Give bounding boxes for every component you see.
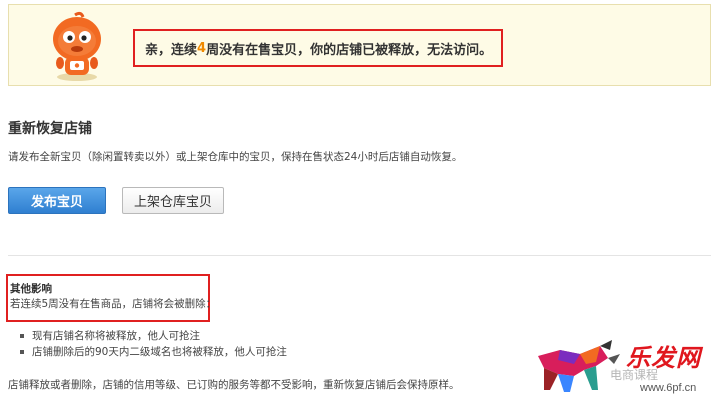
watermark-faint-text: 电商课程 <box>610 368 659 382</box>
impact-title: 其他影响 <box>10 283 52 295</box>
impact-bullet-list: 现有店铺名称将被释放，他人可抢注 店铺删除后的90天内二级域名也将被释放，他人可… <box>20 328 287 360</box>
restore-section-title: 重新恢复店铺 <box>8 121 92 137</box>
watermark-url: www.6pf.cn <box>640 382 697 394</box>
site-watermark: 乐发网 电商课程 www.6pf.cn <box>530 336 716 400</box>
footer-note: 店铺释放或者删除，店铺的信用等级、已订购的服务等都不受影响，重新恢复店铺后会保持… <box>8 379 460 391</box>
notice-text-before: 亲，连续 <box>145 42 198 58</box>
list-item: 店铺删除后的90天内二级域名也将被释放，他人可抢注 <box>20 344 287 360</box>
publish-item-button[interactable]: 发布宝贝 <box>8 187 106 214</box>
bullet-icon <box>20 350 24 354</box>
bullet-icon <box>20 334 24 338</box>
release-notice-message: 亲，连续 4 周没有在售宝贝，你的店铺已被释放，无法访问。 <box>133 29 503 67</box>
orange-mascot-icon <box>53 11 101 81</box>
bullet-text: 现有店铺名称将被释放，他人可抢注 <box>32 330 200 342</box>
shelve-warehouse-item-button[interactable]: 上架仓库宝贝 <box>122 187 224 214</box>
bullet-text: 店铺删除后的90天内二级域名也将被释放，他人可抢注 <box>32 346 287 358</box>
notice-weeks: 4 <box>197 40 207 56</box>
impact-text: 若连续5周没有在售商品，店铺将会被删除： <box>10 298 217 310</box>
notice-panel: 亲，连续 4 周没有在售宝贝，你的店铺已被释放，无法访问。 <box>8 4 711 86</box>
other-impact-box: 其他影响 若连续5周没有在售商品，店铺将会被删除： <box>6 274 217 322</box>
restore-description: 请发布全新宝贝（除闲置转卖以外）或上架仓库中的宝贝，保持在售状态24小时后店铺自… <box>8 151 463 163</box>
notice-text-after: 周没有在售宝贝，你的店铺已被释放，无法访问。 <box>206 42 493 58</box>
list-item: 现有店铺名称将被释放，他人可抢注 <box>20 328 287 344</box>
section-divider <box>8 255 711 256</box>
